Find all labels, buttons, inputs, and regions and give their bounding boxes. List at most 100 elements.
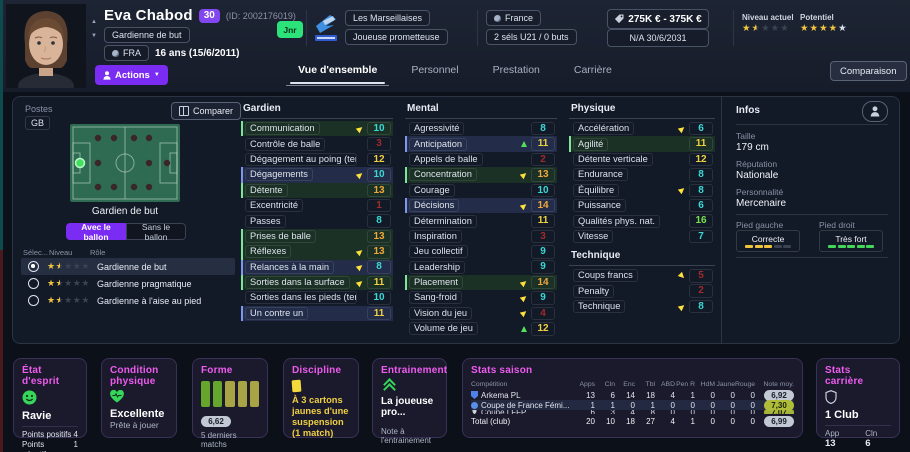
compare-button[interactable]: Comparer — [171, 102, 241, 120]
attribute-value: 8 — [689, 300, 713, 314]
negative-points-value: 1 — [74, 440, 78, 452]
attribute-label: Prises de balle — [245, 230, 316, 243]
attribute-value: 11 — [689, 137, 713, 151]
attribute-value: 11 — [531, 137, 555, 151]
training-card[interactable]: Entrainement La joueuse pro... Note à l'… — [372, 358, 447, 438]
discipline-card[interactable]: Discipline À 3 cartons jaunes d'une susp… — [283, 358, 359, 438]
role-stars: ★★★★★ — [47, 261, 91, 272]
attribute-label: Appels de balle — [409, 153, 483, 166]
morale-card[interactable]: État d'esprit Ravie Points positifs4 Poi… — [13, 358, 87, 438]
attribute-row: Leadership 9 — [405, 260, 557, 275]
form-card[interactable]: Forme 6,62 5 derniers matchs — [192, 358, 268, 438]
star-icon: ★ — [780, 23, 790, 34]
career-clubs-value: 1 Club — [825, 409, 891, 421]
competition-icon — [471, 402, 478, 409]
position-pill: Gardienne de but — [104, 27, 190, 43]
attribute-value: 14 — [531, 199, 555, 213]
attribute-value: 16 — [689, 214, 713, 228]
attribute-row: Endurance 8 — [569, 167, 715, 182]
role-stars: ★★★★★ — [47, 295, 91, 306]
condition-card[interactable]: Condition physique Excellente Prête à jo… — [101, 358, 177, 438]
club-logo[interactable] — [313, 13, 339, 48]
attribute-label: Qualités phys. nat. — [573, 215, 660, 228]
toggle-with-ball[interactable]: Avec le ballon — [66, 223, 126, 240]
position-dot-gk — [76, 159, 85, 168]
club-pill[interactable]: Les Marseillaises — [345, 10, 430, 26]
attribute-row: Réflexes 13 — [241, 244, 393, 259]
trend-arrow-icon — [356, 278, 364, 286]
attribute-row: Équilibre 8 — [569, 183, 715, 198]
role-radio[interactable] — [28, 261, 39, 272]
tab[interactable]: Carrière — [572, 60, 614, 86]
role-name: Gardienne pragmatique — [97, 279, 192, 289]
morale-title: État d'esprit — [22, 365, 78, 387]
attribute-label: Détente — [245, 184, 288, 197]
toggle-without-ball[interactable]: Sans le ballon — [126, 223, 186, 240]
shield-icon — [825, 390, 837, 404]
role-radio[interactable] — [28, 278, 39, 289]
attribute-label: Technique — [573, 300, 625, 313]
rating-badge: 7,30 — [764, 400, 794, 411]
form-bar — [201, 381, 210, 407]
attribute-value: 3 — [531, 230, 555, 244]
divider — [736, 257, 888, 258]
rating-badge: 7,07 — [764, 410, 794, 414]
national-team-pill[interactable]: France — [486, 10, 541, 26]
attribute-value: 8 — [367, 260, 391, 274]
star-icon: ★ — [771, 23, 781, 34]
attribute-row: Placement 14 — [405, 275, 557, 290]
attribute-row: Vision du jeu 4 — [405, 306, 557, 321]
attribute-value: 10 — [367, 122, 391, 136]
career-stats-card[interactable]: Stats carrière 1 Club App 13 Cln 6 — [816, 358, 900, 438]
season-stats-row[interactable]: Arkema PL 136 1418 41 00 0 6,92 — [471, 390, 794, 400]
attribute-row: Anticipation 11 — [405, 136, 557, 151]
tab[interactable]: Prestation — [491, 60, 542, 86]
attributes-goalkeeping-column: Gardien Communication 10 Contrôle de bal… — [241, 97, 393, 321]
attribute-value: 8 — [689, 168, 713, 182]
star-icon: ★ — [742, 23, 752, 34]
divider — [22, 426, 78, 427]
header-divider — [477, 10, 478, 46]
attribute-row: Concentration 13 — [405, 167, 557, 182]
role-radio[interactable] — [28, 295, 39, 306]
season-stats-row[interactable]: Coupe de France Fémi... 11 01 00 00 0 7,… — [471, 400, 794, 410]
attribute-label: Volume de jeu — [409, 322, 478, 335]
attribute-label: Agressivité — [409, 122, 464, 135]
previous-player-button[interactable]: ▲ — [88, 18, 100, 27]
career-stats-title: Stats carrière — [825, 365, 891, 387]
attribute-row: Courage 10 — [405, 183, 557, 198]
edge-strip-teal — [0, 0, 3, 250]
attribute-row: Volume de jeu 12 — [405, 321, 557, 336]
season-stats-title: Stats saison — [471, 365, 794, 376]
tab[interactable]: Vue d'ensemble — [296, 60, 379, 86]
divider — [736, 124, 888, 125]
potential-stars: ★★★★★ — [800, 24, 848, 34]
tab[interactable]: Personnel — [409, 60, 460, 86]
tab-bar: Vue d'ensemble Personnel Prestation Carrièr… — [0, 60, 910, 86]
reputation-label: Réputation — [736, 159, 777, 169]
role-row[interactable]: ★★★★★ Gardienne de but — [21, 258, 235, 275]
trend-arrow-icon — [678, 302, 686, 310]
comparison-button[interactable]: Comparaison — [830, 61, 907, 81]
foot-bar — [783, 245, 791, 248]
discipline-text: À 3 cartons jaunes d'une suspension (1 m… — [292, 395, 350, 439]
attribute-row: Penalty 2 — [569, 284, 715, 299]
role-row[interactable]: ★★★★★ Gardienne pragmatique — [21, 275, 235, 292]
foot-bar — [764, 245, 772, 248]
attribute-label: Placement — [409, 276, 463, 289]
profile-picture-button[interactable] — [862, 101, 888, 122]
role-row[interactable]: ★★★★★ Gardienne à l'aise au pied — [21, 292, 235, 309]
role-table-header: Sélec... Niveau Rôle — [23, 248, 233, 257]
attribute-label: Réflexes — [245, 245, 291, 258]
star-icon: ★ — [81, 261, 90, 271]
column-header: Pen R — [675, 381, 695, 388]
role-list: ★★★★★ Gardienne de but ★★★★★ Gardienne p… — [21, 258, 235, 309]
attribute-row: Décisions 14 — [405, 198, 557, 213]
attribute-label: Dégagements — [245, 168, 313, 181]
position-code-chip: GB — [25, 116, 50, 130]
season-stats-row[interactable]: Coupe LFFP 63 48 00 00 0 7,07 — [471, 410, 794, 414]
trend-arrow-icon — [356, 124, 364, 132]
attribute-value: 5 — [689, 269, 713, 283]
next-player-button[interactable]: ▼ — [88, 32, 100, 41]
attribute-value: 12 — [531, 322, 555, 336]
